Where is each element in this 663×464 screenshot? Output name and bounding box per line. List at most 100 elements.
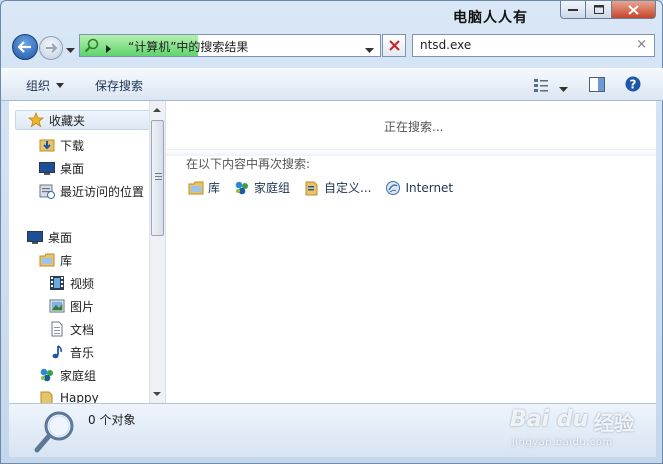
minimize-button[interactable] — [560, 1, 586, 19]
nav-libraries-label: 库 — [60, 253, 73, 268]
nav-music[interactable]: 音乐 — [49, 342, 94, 362]
recent-pages-button[interactable] — [66, 43, 75, 57]
homegroup-icon — [234, 180, 250, 196]
nav-desktop[interactable]: 桌面 — [27, 227, 72, 247]
custom-folder-icon — [304, 180, 320, 196]
chevron-down-icon — [559, 87, 568, 92]
clear-search-icon[interactable]: × — [636, 37, 647, 52]
library-folder-icon — [188, 180, 204, 196]
view-list-icon — [534, 79, 548, 92]
watermark-brand: Bai du — [510, 407, 589, 432]
desktop-icon — [27, 229, 43, 245]
view-options-button[interactable] — [534, 78, 548, 95]
window-title: 电脑人人有 — [453, 10, 528, 26]
document-icon — [49, 321, 65, 337]
grip-icon — [155, 173, 162, 180]
download-folder-icon — [39, 137, 55, 153]
search-again-homegroup[interactable]: 家庭组 — [234, 179, 290, 196]
magnifier-icon — [31, 407, 79, 458]
nav-desktop-favorite-label: 桌面 — [60, 161, 85, 176]
picture-icon — [49, 298, 65, 314]
back-button[interactable] — [12, 34, 38, 60]
caption-buttons — [560, 1, 656, 19]
nav-videos[interactable]: 视频 — [49, 273, 94, 293]
minimize-icon — [568, 8, 578, 11]
nav-documents[interactable]: 文档 — [49, 319, 94, 339]
chevron-down-icon — [66, 48, 75, 53]
close-button[interactable] — [612, 1, 656, 19]
save-search-button[interactable]: 保存搜索 — [95, 77, 143, 94]
nav-downloads[interactable]: 下载 — [39, 135, 84, 155]
chevron-down-icon — [56, 83, 65, 88]
internet-globe-icon — [385, 180, 401, 196]
star-icon — [28, 112, 44, 128]
nav-videos-label: 视频 — [70, 276, 95, 291]
breadcrumb-arrow-icon[interactable] — [106, 42, 112, 56]
search-again-internet-label: Internet — [405, 180, 454, 195]
search-query: ntsd.exe — [420, 38, 472, 52]
address-path: “计算机”中的搜索结果 — [128, 40, 249, 54]
nav-recent-places[interactable]: 最近访问的位置 — [39, 181, 144, 201]
explorer-window: 电脑人人有 “计算机”中的搜索结果 ntsd.exe × 组织 保存搜索 ? 收… — [0, 0, 663, 464]
save-search-label: 保存搜索 — [95, 79, 144, 93]
forward-arrow-icon — [46, 43, 57, 53]
address-dropdown-icon[interactable] — [365, 43, 374, 57]
preview-pane-button[interactable] — [589, 77, 605, 95]
navigation-scrollbar[interactable] — [149, 101, 165, 403]
nav-music-label: 音乐 — [70, 345, 95, 360]
search-again-custom[interactable]: 自定义... — [304, 179, 371, 196]
search-again-locations: 库 家庭组 自定义... Internet — [188, 179, 467, 196]
watermark-jingyan: 经验 — [594, 411, 634, 435]
search-again-libraries-label: 库 — [208, 181, 221, 195]
nav-libraries[interactable]: 库 — [39, 250, 72, 270]
scroll-up-icon[interactable] — [150, 103, 164, 117]
homegroup-icon — [39, 367, 55, 383]
search-input[interactable]: ntsd.exe × — [412, 34, 655, 57]
maximize-button[interactable] — [586, 1, 612, 19]
organize-button[interactable]: 组织 — [26, 77, 65, 94]
stop-x-icon — [388, 40, 400, 51]
search-again-label: 在以下内容中再次搜索: — [186, 157, 311, 171]
nav-desktop-favorite[interactable]: 桌面 — [39, 158, 84, 178]
stop-search-button[interactable] — [382, 34, 406, 57]
nav-documents-label: 文档 — [70, 322, 95, 337]
scroll-down-icon[interactable] — [150, 387, 164, 401]
navigation-row: “计算机”中的搜索结果 ntsd.exe × — [1, 31, 663, 63]
results-pane: 正在搜索... 在以下内容中再次搜索: 库 家庭组 自定义... Interne… — [166, 101, 656, 403]
view-dropdown-button[interactable] — [559, 82, 568, 96]
nav-homegroup-label: 家庭组 — [60, 368, 97, 383]
address-bar[interactable]: “计算机”中的搜索结果 — [79, 34, 381, 57]
nav-favorites[interactable]: 收藏夹 — [15, 110, 151, 130]
nav-happy[interactable]: Happy — [39, 388, 99, 403]
nav-pictures[interactable]: 图片 — [49, 296, 94, 316]
nav-desktop-label: 桌面 — [48, 230, 73, 245]
nav-pictures-label: 图片 — [70, 299, 95, 314]
video-icon — [49, 275, 65, 291]
desktop-icon — [39, 160, 55, 176]
close-icon — [628, 4, 639, 15]
svg-text:?: ? — [630, 78, 637, 92]
watermark-url: jingyan.baidu.com — [512, 437, 613, 448]
user-folder-icon — [39, 390, 55, 403]
help-icon: ? — [625, 76, 641, 92]
recent-places-icon — [39, 183, 55, 199]
item-count: 0 个对象 — [88, 413, 136, 427]
watermark: Bai du 经验 jingyan.baidu.com — [510, 401, 660, 461]
help-button[interactable]: ? — [625, 76, 641, 95]
search-icon — [84, 38, 100, 57]
organize-label: 组织 — [26, 79, 51, 93]
search-again-homegroup-label: 家庭组 — [254, 181, 291, 195]
back-arrow-icon — [18, 41, 31, 53]
search-again-libraries[interactable]: 库 — [188, 179, 220, 196]
preview-pane-icon — [589, 77, 605, 92]
nav-favorites-label: 收藏夹 — [49, 113, 86, 128]
music-note-icon — [49, 344, 65, 360]
navigation-pane: 收藏夹 下载 桌面 最近访问的位置 桌面 库 视频 图片 文档 音乐 家庭组 H… — [9, 101, 166, 403]
nav-downloads-label: 下载 — [60, 138, 85, 153]
scrollbar-thumb[interactable] — [151, 120, 164, 236]
nav-recent-places-label: 最近访问的位置 — [60, 184, 145, 199]
search-again-internet[interactable]: Internet — [385, 179, 453, 196]
nav-happy-label: Happy — [60, 391, 99, 403]
forward-button[interactable] — [39, 36, 63, 60]
nav-homegroup[interactable]: 家庭组 — [39, 365, 96, 385]
